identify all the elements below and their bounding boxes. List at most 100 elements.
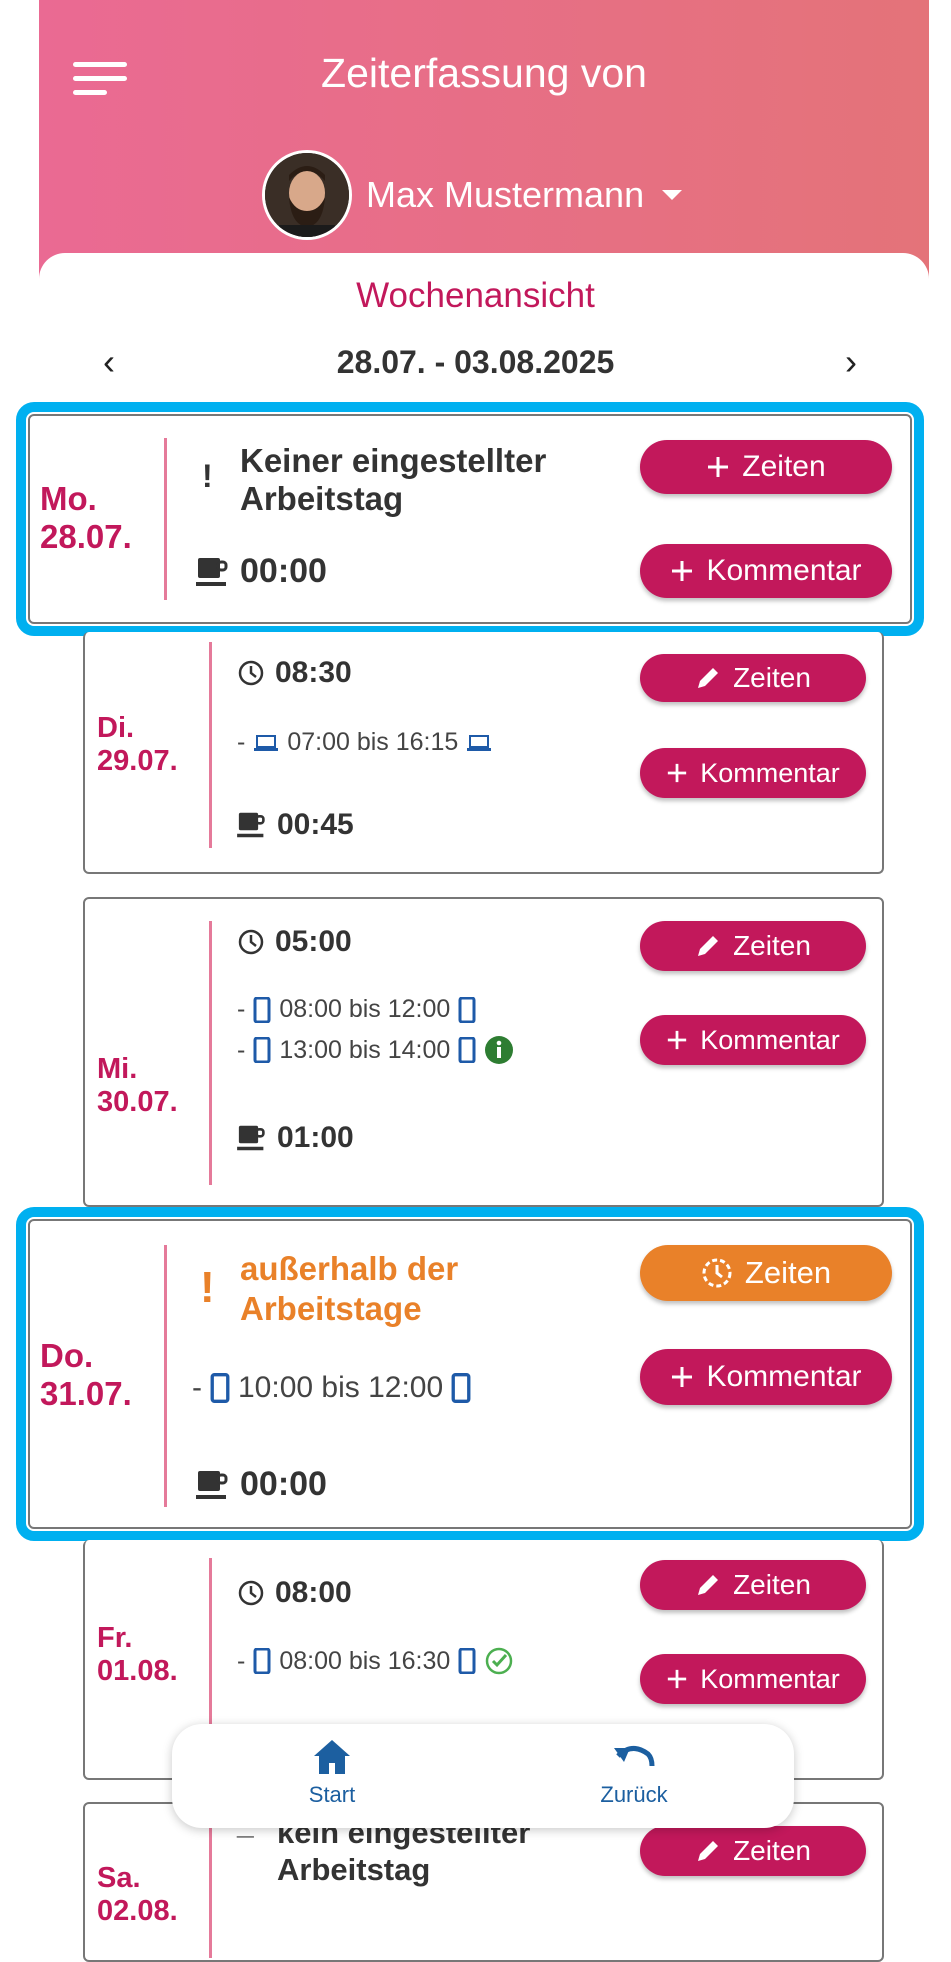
status-line: Arbeitstage (240, 1289, 422, 1327)
clock-icon (238, 929, 264, 955)
home-icon (314, 1740, 350, 1774)
entry-prefix: - (237, 1646, 246, 1675)
break-value: 00:00 (240, 1465, 327, 1503)
coffee-icon (196, 557, 228, 586)
divider (209, 642, 212, 848)
date: 30.07. (97, 1086, 178, 1119)
break-time: 00:00 (196, 552, 327, 591)
entry-prefix: - (237, 728, 246, 756)
date: 29.07. (97, 745, 178, 778)
status-text: außerhalb der Arbeitstage (240, 1249, 458, 1328)
info-icon[interactable] (484, 1035, 514, 1065)
time-entry[interactable]: - 10:00 bis 12:00 (192, 1371, 471, 1405)
time-entry[interactable]: - 07:00 bis 16:15 (237, 728, 492, 757)
add-comment-button[interactable]: Kommentar (640, 544, 892, 598)
pencil-icon (695, 933, 721, 959)
entry-prefix: - (237, 1035, 246, 1064)
plus-icon (706, 455, 730, 479)
plus-icon (666, 762, 688, 784)
date: 28.07. (40, 517, 132, 555)
warning-icon: ! (200, 1263, 215, 1312)
clock-icon (238, 1580, 264, 1606)
entry-prefix: - (237, 995, 246, 1023)
day-label: Sa. 02.08. (97, 1862, 178, 1929)
coffee-icon (196, 1470, 228, 1499)
edit-times-button[interactable]: Zeiten (640, 921, 866, 971)
plus-icon (666, 1668, 688, 1690)
pencil-icon (695, 665, 721, 691)
button-label: Kommentar (700, 1663, 840, 1694)
status-line: Arbeitstag (240, 479, 404, 517)
day-card-thursday: Do. 31.07. ! außerhalb der Arbeitstage -… (16, 1207, 924, 1541)
edit-times-button[interactable]: Zeiten (640, 1560, 866, 1610)
divider (164, 1245, 167, 1507)
total-time: 08:00 (237, 1576, 352, 1610)
day-card-tuesday: Di. 29.07. 08:30 - 07:00 bis 16:15 00:45… (83, 632, 884, 874)
break-time: 00:45 (237, 808, 354, 842)
date: 01.08. (97, 1655, 178, 1688)
status-text: Keiner eingestellter Arbeitstag (240, 442, 546, 518)
day-card-monday: Mo. 28.07. ! Keiner eingestellter Arbeit… (16, 402, 924, 636)
phone-icon (458, 1648, 476, 1674)
nav-back[interactable]: Zurück (584, 1738, 684, 1808)
clock-dashed-icon (701, 1257, 733, 1289)
pencil-icon (695, 1838, 721, 1864)
view-title: Wochenansicht (356, 276, 595, 315)
next-week-button[interactable]: › (845, 342, 857, 382)
button-label: Kommentar (706, 554, 862, 587)
plus-icon (670, 559, 694, 583)
total-time: 05:00 (237, 925, 352, 959)
button-label: Zeiten (742, 450, 826, 483)
button-label: Zeiten (733, 1835, 811, 1866)
page-title: Zeiterfassung von (321, 50, 647, 96)
add-comment-button[interactable]: Kommentar (640, 1349, 892, 1405)
add-comment-button[interactable]: Kommentar (640, 1015, 866, 1065)
pencil-icon (695, 1572, 721, 1598)
button-label: Kommentar (700, 757, 840, 788)
day-label: Do. 31.07. (40, 1337, 132, 1413)
break-value: 01:00 (277, 1121, 354, 1154)
status-line: Arbeitstag (277, 1852, 431, 1888)
undo-icon (614, 1746, 655, 1767)
entry-text: 08:00 bis 16:30 (279, 1646, 451, 1675)
entry-text: 07:00 bis 16:15 (287, 728, 459, 756)
day-card-wednesday: Mi. 30.07. 05:00 - 08:00 bis 12:00 - 13:… (83, 897, 884, 1207)
warning-icon: ! (202, 458, 213, 494)
nav-label: Start (308, 1782, 356, 1807)
edit-times-button[interactable]: Zeiten (640, 654, 866, 702)
plus-icon (666, 1029, 688, 1051)
chevron-down-icon[interactable] (662, 190, 683, 200)
phone-icon (451, 1373, 471, 1403)
coffee-icon (237, 1125, 265, 1151)
weekday: Fr. (97, 1622, 133, 1654)
phone-icon (253, 1648, 271, 1674)
divider (209, 921, 212, 1185)
time-entry[interactable]: - 08:00 bis 12:00 (237, 995, 476, 1024)
add-comment-button[interactable]: Kommentar (640, 748, 866, 798)
user-name: Max Mustermann (366, 174, 645, 215)
button-label: Zeiten (733, 1569, 811, 1600)
laptop-icon (467, 734, 492, 751)
coffee-icon (237, 812, 265, 838)
entry-text: 10:00 bis 12:00 (238, 1371, 444, 1404)
times-button[interactable]: Zeiten (640, 1245, 892, 1301)
total-value: 05:00 (275, 925, 352, 958)
status-line: außerhalb der (240, 1250, 459, 1287)
nav-start[interactable]: Start (282, 1738, 382, 1808)
add-comment-button[interactable]: Kommentar (640, 1654, 866, 1704)
phone-icon (253, 1037, 271, 1063)
clock-icon (238, 660, 264, 686)
time-entry[interactable]: - 13:00 bis 14:00 (237, 1035, 514, 1065)
edit-times-button[interactable]: Zeiten (640, 1826, 866, 1876)
day-label: Di. 29.07. (97, 712, 178, 779)
time-entry[interactable]: - 08:00 bis 16:30 (237, 1646, 514, 1676)
weekday: Sa. (97, 1862, 141, 1894)
button-label: Zeiten (744, 1255, 832, 1290)
weekday: Mo. (40, 480, 97, 517)
add-times-button[interactable]: Zeiten (640, 440, 892, 494)
entry-prefix: - (192, 1371, 202, 1404)
plus-icon (670, 1365, 694, 1389)
phone-icon (210, 1373, 230, 1403)
weekday: Do. (40, 1337, 94, 1374)
user-selector[interactable]: Max Mustermann (262, 150, 683, 240)
